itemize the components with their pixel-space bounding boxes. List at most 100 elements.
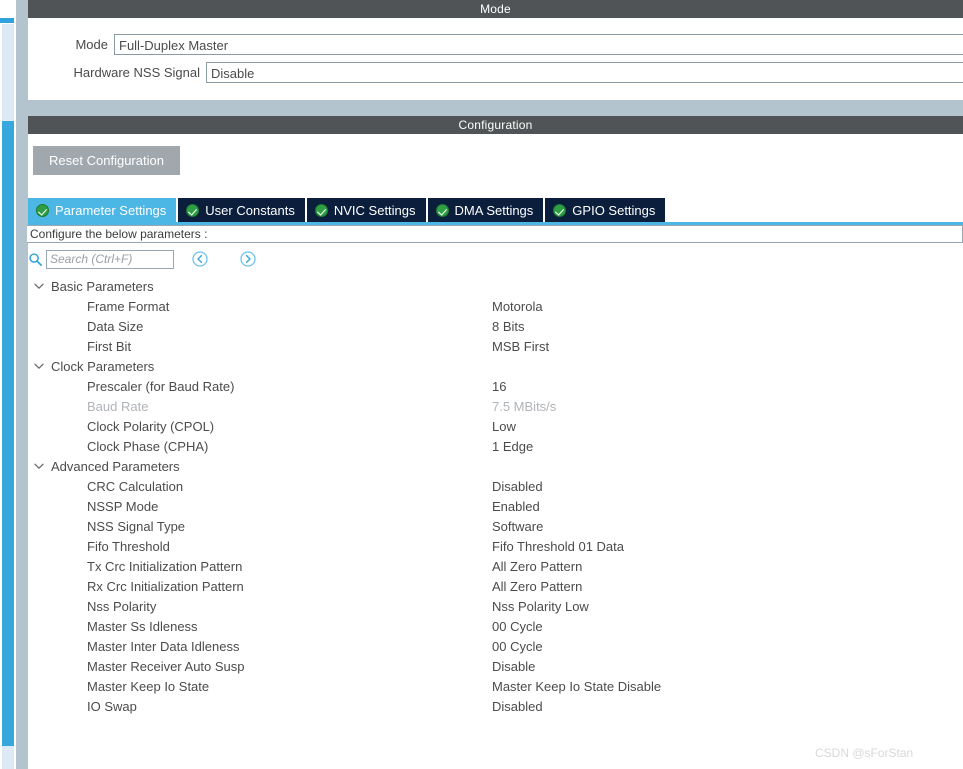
vertical-scrollbar[interactable] — [0, 0, 14, 769]
tab-label: User Constants — [205, 202, 295, 218]
tab-label: DMA Settings — [454, 202, 534, 218]
tree-row[interactable]: Clock Phase (CPHA) 1 Edge — [28, 436, 958, 456]
chevron-down-icon — [34, 283, 44, 289]
tree-row[interactable]: IO Swap Disabled — [28, 696, 958, 716]
tree-group-label: Clock Parameters — [51, 358, 155, 374]
parameter-value[interactable]: 7.5 MBits/s — [492, 399, 556, 414]
parameter-name: CRC Calculation — [87, 478, 184, 494]
tree-row[interactable]: CRC Calculation Disabled — [28, 476, 958, 496]
tree-row[interactable]: Nss Polarity Nss Polarity Low — [28, 596, 958, 616]
parameter-name: Master Keep Io State — [87, 678, 210, 694]
tree-row[interactable]: Rx Crc Initialization Pattern All Zero Pa… — [28, 576, 958, 596]
tree-row[interactable]: Master Inter Data Idleness 00 Cycle — [28, 636, 958, 656]
tree-row[interactable]: Fifo Threshold Fifo Threshold 01 Data — [28, 536, 958, 556]
parameter-value[interactable]: Software — [492, 519, 543, 534]
reset-configuration-button[interactable]: Reset Configuration — [33, 146, 180, 175]
tab-parameter-settings[interactable]: Parameter Settings — [28, 198, 177, 222]
configuration-panel-body: Reset Configuration Parameter Settings Us… — [27, 134, 963, 769]
parameter-value[interactable]: All Zero Pattern — [492, 579, 582, 594]
check-circle-icon — [186, 203, 200, 217]
tree-row[interactable]: NSSP Mode Enabled — [28, 496, 958, 516]
tree-row[interactable]: Tx Crc Initialization Pattern All Zero Pa… — [28, 556, 958, 576]
tree-group-label: Advanced Parameters — [51, 458, 180, 474]
tab-gpio-settings[interactable]: GPIO Settings — [545, 198, 666, 222]
parameter-value[interactable]: Disabled — [492, 699, 543, 714]
check-circle-icon — [553, 203, 567, 217]
parameter-value[interactable]: 00 Cycle — [492, 639, 543, 654]
parameter-name: Master Ss Idleness — [87, 618, 198, 634]
parameter-value[interactable]: MSB First — [492, 339, 549, 354]
tree-row[interactable]: NSS Signal Type Software — [28, 516, 958, 536]
tab-dma-settings[interactable]: DMA Settings — [427, 198, 544, 222]
scrollbar-thumb[interactable] — [2, 121, 14, 746]
hardware-nss-signal-field-row: Hardware NSS Signal Disable — [28, 60, 963, 84]
tree-group-basic-parameters[interactable]: Basic Parameters — [28, 276, 958, 296]
mode-panel: Mode Mode Full-Duplex Master Hardware NS… — [28, 0, 963, 100]
tree-row[interactable]: Baud Rate 7.5 MBits/s — [28, 396, 958, 416]
chevron-right-circle-icon[interactable] — [240, 251, 256, 267]
parameter-value[interactable]: All Zero Pattern — [492, 559, 582, 574]
parameter-name: Clock Phase (CPHA) — [87, 438, 209, 454]
tree-group-advanced-parameters[interactable]: Advanced Parameters — [28, 456, 958, 476]
mode-panel-body: Mode Full-Duplex Master Hardware NSS Sig… — [28, 18, 963, 100]
tab-user-constants[interactable]: User Constants — [178, 198, 305, 222]
configuration-panel: Configuration Reset Configuration Parame… — [27, 116, 963, 769]
parameter-name: Baud Rate — [87, 398, 149, 414]
parameter-value[interactable]: Low — [492, 419, 516, 434]
mode-field-label: Mode — [75, 36, 108, 52]
parameter-name: Frame Format — [87, 298, 170, 314]
tree-row[interactable]: Prescaler (for Baud Rate) 16 — [28, 376, 958, 396]
hardware-nss-signal-label: Hardware NSS Signal — [73, 64, 200, 80]
parameter-tree: Basic Parameters Frame Format Motorola Data… — [28, 276, 958, 716]
tab-label: Parameter Settings — [55, 202, 167, 218]
tree-row[interactable]: Frame Format Motorola — [28, 296, 958, 316]
tree-group-label: Basic Parameters — [51, 278, 154, 294]
tree-row[interactable]: Master Receiver Auto Susp Disable — [28, 656, 958, 676]
parameter-name: Master Receiver Auto Susp — [87, 658, 245, 674]
parameter-name: Tx Crc Initialization Pattern — [87, 558, 243, 574]
search-icon — [29, 252, 42, 266]
parameter-value[interactable]: 8 Bits — [492, 319, 525, 334]
parameter-value[interactable]: 1 Edge — [492, 439, 533, 454]
tab-label: GPIO Settings — [572, 202, 656, 218]
tree-row[interactable]: Master Keep Io State Master Keep Io State… — [28, 676, 958, 696]
parameter-name: IO Swap — [87, 698, 137, 714]
tree-row[interactable]: Clock Polarity (CPOL) Low — [28, 416, 958, 436]
parameter-name: Fifo Threshold — [87, 538, 170, 554]
parameter-value[interactable]: Nss Polarity Low — [492, 599, 589, 614]
mode-field-row: Mode Full-Duplex Master — [28, 32, 963, 56]
parameter-value[interactable]: 00 Cycle — [492, 619, 543, 634]
parameter-value[interactable]: Master Keep Io State Disable — [492, 679, 661, 694]
parameter-value[interactable]: 16 — [492, 379, 506, 394]
configuration-tabs: Parameter Settings User Constants NVIC Set… — [28, 198, 667, 222]
scrollbar-top-accent — [0, 18, 14, 23]
configure-hint-bar: Configure the below parameters : — [27, 225, 963, 243]
parameter-value[interactable]: Enabled — [492, 499, 540, 514]
parameter-name: Data Size — [87, 318, 144, 334]
mode-panel-title: Mode — [28, 0, 963, 18]
check-circle-icon — [36, 203, 49, 217]
parameter-name: Master Inter Data Idleness — [87, 638, 240, 654]
parameter-name: Clock Polarity (CPOL) — [87, 418, 215, 434]
check-circle-icon — [314, 203, 328, 217]
search-input[interactable] — [46, 249, 174, 269]
mode-field-value[interactable]: Full-Duplex Master — [114, 33, 963, 55]
tree-group-clock-parameters[interactable]: Clock Parameters — [28, 356, 958, 376]
tree-row[interactable]: Master Ss Idleness 00 Cycle — [28, 616, 958, 636]
search-row — [28, 248, 256, 270]
parameter-name: Rx Crc Initialization Pattern — [87, 578, 244, 594]
tree-row[interactable]: Data Size 8 Bits — [28, 316, 958, 336]
panel-separator — [16, 100, 963, 116]
hardware-nss-signal-value[interactable]: Disable — [206, 61, 963, 83]
chevron-left-circle-icon[interactable] — [192, 251, 208, 267]
parameter-value[interactable]: Disabled — [492, 479, 543, 494]
tab-nvic-settings[interactable]: NVIC Settings — [306, 198, 426, 222]
tab-label: NVIC Settings — [333, 202, 416, 218]
parameter-name: NSSP Mode — [87, 498, 159, 514]
tree-row[interactable]: First Bit MSB First — [28, 336, 958, 356]
parameter-value[interactable]: Motorola — [492, 299, 543, 314]
parameter-value[interactable]: Disable — [492, 659, 535, 674]
parameter-value[interactable]: Fifo Threshold 01 Data — [492, 539, 624, 554]
configuration-panel-title: Configuration — [28, 116, 963, 134]
watermark: CSDN @sForStan — [815, 746, 914, 760]
